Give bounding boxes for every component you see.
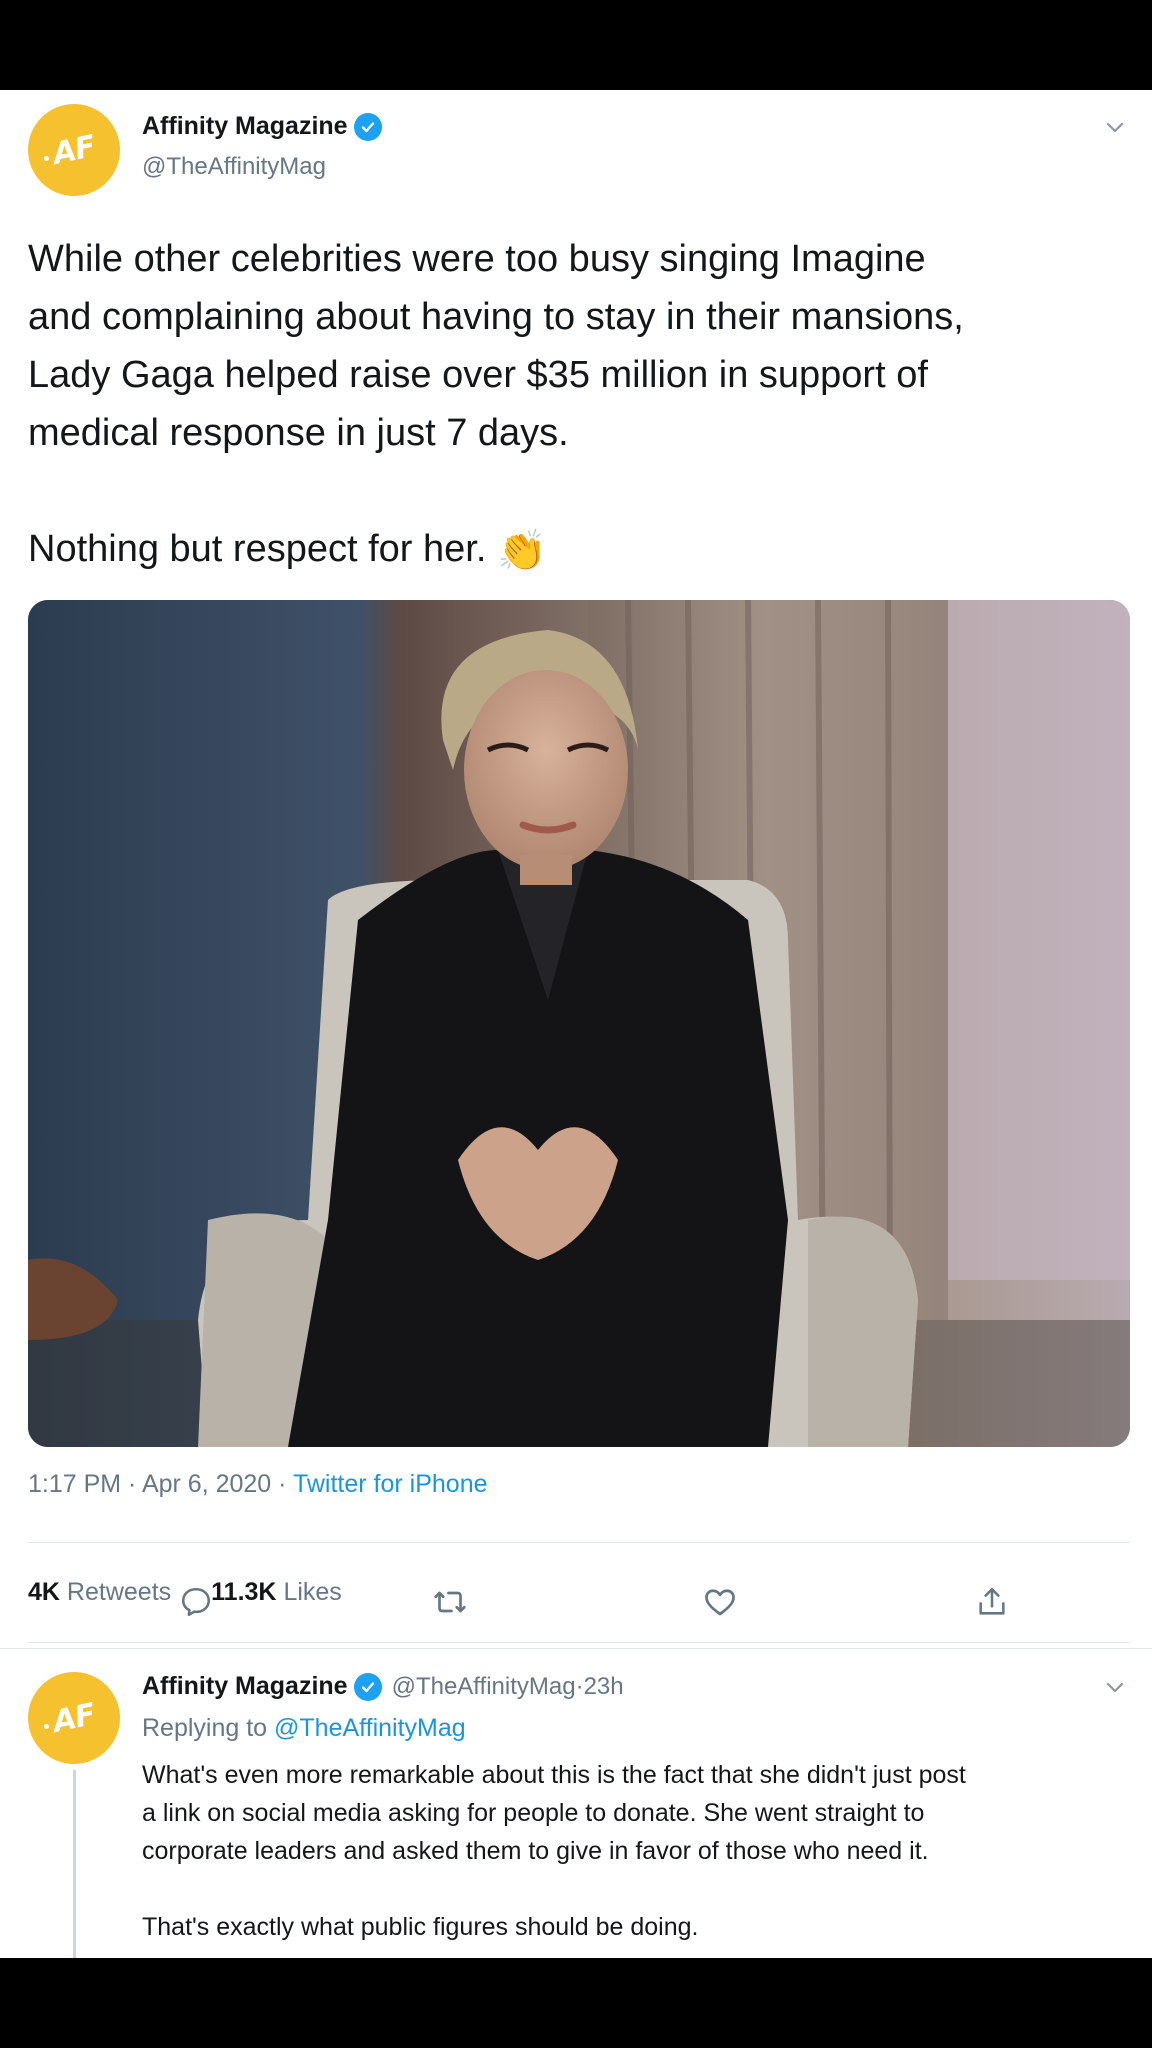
reply-button[interactable]	[176, 1582, 216, 1622]
tweet-time: 1:17 PM	[28, 1470, 122, 1498]
tweet-detail-screen: AF Affinity Magazine @TheAffinityMag Whi…	[0, 90, 1152, 1958]
verified-badge-icon	[353, 1672, 382, 1701]
clapping-hands-emoji: 👏	[496, 528, 547, 573]
reply-text: What's even more remarkable about this i…	[142, 1756, 1132, 1946]
verified-badge-icon	[353, 112, 382, 141]
reply-text-line: What's even more remarkable about this i…	[142, 1761, 966, 1789]
tweet-text: While other celebrities were too busy si…	[28, 230, 1128, 580]
chevron-down-icon[interactable]	[1104, 116, 1126, 138]
reply-age: 23h	[583, 1672, 624, 1700]
author-avatar[interactable]: AF	[28, 104, 120, 196]
tweet-text-line: While other celebrities were too busy si…	[28, 238, 926, 280]
divider	[28, 1642, 1130, 1643]
divider	[0, 1648, 1152, 1649]
reply-text-line: That's exactly what public figures shoul…	[142, 1913, 699, 1941]
tweet-timestamp-row: 1:17 PM · Apr 6, 2020 · Twitter for iPho…	[28, 1470, 488, 1498]
tweet-source-link[interactable]: Twitter for iPhone	[293, 1470, 488, 1498]
author-handle[interactable]: @TheAffinityMag	[142, 153, 326, 181]
share-button[interactable]	[972, 1582, 1012, 1622]
retweets-stat[interactable]: 4K Retweets	[28, 1578, 171, 1607]
author-name[interactable]: Affinity Magazine	[142, 112, 348, 141]
retweet-button[interactable]	[430, 1582, 470, 1622]
reply-author-avatar[interactable]: AF	[28, 1672, 120, 1764]
tweet-text-line: and complaining about having to stay in …	[28, 296, 964, 338]
reply-text-line: a link on social media asking for people…	[142, 1799, 925, 1827]
author-name-row[interactable]: Affinity Magazine	[142, 112, 382, 141]
like-button[interactable]	[700, 1582, 740, 1622]
reply-header-row[interactable]: Affinity Magazine @TheAffinityMag · 23h	[142, 1672, 624, 1701]
likes-stat[interactable]: 11.3K Likes	[211, 1578, 342, 1607]
chevron-down-icon[interactable]	[1104, 1676, 1126, 1698]
avatar-initials: AF	[49, 128, 99, 172]
tweet-date: Apr 6, 2020	[141, 1470, 272, 1498]
reply-author-handle[interactable]: @TheAffinityMag	[392, 1673, 576, 1701]
avatar-initials: AF	[49, 1696, 99, 1740]
reply-author-name[interactable]: Affinity Magazine	[142, 1672, 348, 1701]
replying-to-handle-link[interactable]: @TheAffinityMag	[274, 1714, 466, 1742]
photo-image	[28, 600, 1130, 1447]
like-icon	[705, 1589, 735, 1616]
tweet-text-line: Lady Gaga helped raise over $35 million …	[28, 354, 928, 396]
divider	[28, 1542, 1130, 1543]
bottom-black-bar	[0, 1958, 1152, 2048]
tweet-text-line: medical response in just 7 days.	[28, 412, 569, 454]
replying-to-row: Replying to @TheAffinityMag	[142, 1714, 466, 1742]
reply-icon	[181, 1587, 211, 1617]
tweet-text-line: Nothing but respect for her. 👏	[28, 520, 1128, 580]
thread-line	[73, 1770, 76, 1958]
reply-text-line: corporate leaders and asked them to give…	[142, 1837, 929, 1865]
top-black-bar	[0, 0, 1152, 90]
share-icon	[979, 1587, 1005, 1615]
tweet-photo[interactable]	[28, 600, 1130, 1447]
retweet-icon	[434, 1591, 466, 1613]
